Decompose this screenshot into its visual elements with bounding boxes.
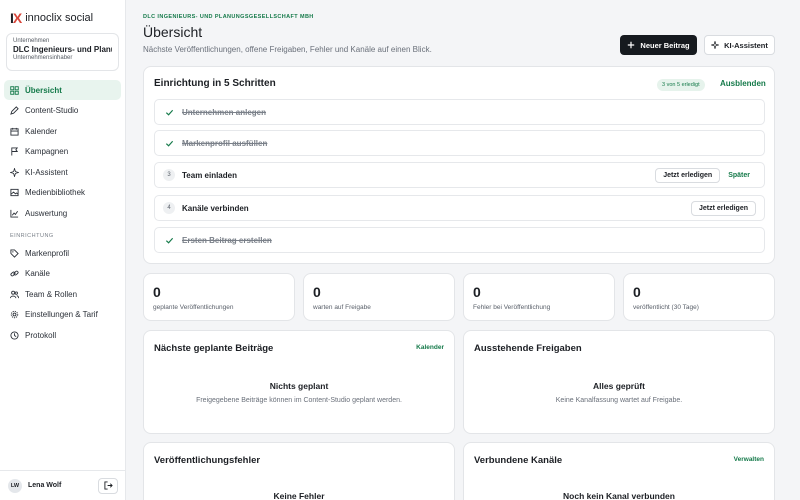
company-role: Unternehmensinhaber	[13, 55, 73, 61]
stat-value: 0	[153, 284, 161, 300]
stat-value: 0	[473, 284, 481, 300]
sidebar-item-settings[interactable]: Einstellungen & Tarif	[4, 305, 121, 325]
sidebar-item-log[interactable]: Protokoll	[4, 325, 121, 345]
check-icon	[163, 234, 175, 246]
sidebar-item-media-library[interactable]: Medienbibliothek	[4, 183, 121, 203]
company-label: Unternehmen	[13, 38, 50, 44]
publish-errors-panel: Veröffentlichungsfehler Keine Fehler	[143, 442, 455, 500]
setup-step-label: Kanäle verbinden	[182, 203, 249, 213]
logout-button[interactable]	[98, 477, 118, 494]
calendar-icon	[10, 127, 19, 136]
main-content: DLC INGENIEURS- UND PLANUNGSGESELLSCHAFT…	[126, 0, 800, 500]
logout-icon	[103, 481, 113, 490]
hide-setup-link[interactable]: Ausblenden	[720, 79, 766, 88]
plus-icon	[628, 41, 635, 49]
avatar[interactable]: LW	[8, 478, 22, 493]
brand-name: innoclix social	[25, 12, 94, 24]
sidebar-item-brand-profile[interactable]: Markenprofil	[4, 243, 121, 263]
stat-publish-errors: 0 Fehler bei Veröffentlichung	[463, 273, 615, 321]
stat-label: geplante Veröffentlichungen	[153, 304, 234, 311]
page-title: Übersicht	[143, 24, 203, 40]
company-eyebrow: DLC INGENIEURS- UND PLANUNGSGESELLSCHAFT…	[143, 14, 314, 20]
setup-step-1: Unternehmen anlegen	[154, 99, 765, 125]
nav-section-setup: EINRICHTUNG	[10, 233, 54, 239]
panel-title: Veröffentlichungsfehler	[154, 455, 261, 466]
media-icon	[10, 188, 19, 197]
sidebar-nav: Übersicht Content-Studio Kalender Kampag…	[4, 80, 121, 346]
history-icon	[10, 330, 19, 340]
chart-icon	[10, 209, 19, 218]
scheduled-posts-panel: Nächste geplante Beiträge Kalender Nicht…	[143, 330, 455, 434]
tag-icon	[10, 248, 19, 258]
check-icon	[163, 137, 175, 149]
manage-channels-link[interactable]: Verwalten	[734, 456, 764, 463]
sidebar-item-analytics[interactable]: Auswertung	[4, 203, 121, 223]
stat-label: Fehler bei Veröffentlichung	[473, 304, 551, 311]
panel-title: Ausstehende Freigaben	[474, 343, 582, 354]
setup-step-3: 3 Team einladen Jetzt erledigen Später	[154, 162, 765, 188]
sidebar-item-calendar[interactable]: Kalender	[4, 121, 121, 141]
connected-channels-panel: Verbundene Kanäle Verwalten Noch kein Ka…	[463, 442, 775, 500]
setup-step-2: Markenprofil ausfüllen	[154, 130, 765, 156]
users-icon	[10, 290, 19, 298]
user-name: Lena Wolf	[28, 482, 62, 489]
gear-icon	[10, 310, 19, 319]
sparkle-icon	[711, 41, 720, 49]
pen-icon	[10, 106, 19, 115]
setup-step-label: Ersten Beitrag erstellen	[182, 235, 272, 245]
sidebar-item-ai-assistant[interactable]: KI-Assistent	[4, 162, 121, 182]
empty-state-title: Nichts geplant	[269, 381, 329, 391]
sidebar-item-team[interactable]: Team & Rollen	[4, 284, 121, 304]
link-icon	[10, 270, 19, 277]
do-now-button[interactable]: Jetzt erledigen	[690, 200, 756, 216]
setup-title: Einrichtung in 5 Schritten	[154, 78, 276, 89]
empty-state-text: Freigegebene Beiträge können im Content-…	[196, 397, 402, 404]
setup-step-5: Ersten Beitrag erstellen	[154, 227, 765, 253]
setup-step-label: Unternehmen anlegen	[182, 107, 267, 117]
step-number: 4	[163, 202, 175, 214]
stat-value: 0	[633, 284, 641, 300]
user-row: LW Lena Wolf	[0, 470, 126, 500]
stat-value: 0	[313, 284, 321, 300]
panel-title: Nächste geplante Beiträge	[154, 343, 274, 354]
setup-step-label: Markenprofil ausfüllen	[182, 138, 268, 148]
stat-label: warten auf Freigabe	[313, 304, 371, 311]
flag-icon	[11, 147, 19, 156]
sidebar: IX innoclix social Unternehmen DLC Ingen…	[0, 0, 126, 500]
ai-assistant-button[interactable]: KI-Assistent	[704, 35, 775, 55]
dashboard-icon	[10, 85, 19, 95]
setup-card: Einrichtung in 5 Schritten 3 von 5 erled…	[143, 66, 775, 264]
stat-awaiting-approval: 0 warten auf Freigabe	[303, 273, 455, 321]
stat-scheduled: 0 geplante Veröffentlichungen	[143, 273, 295, 321]
pending-approvals-panel: Ausstehende Freigaben Alles geprüft Kein…	[463, 330, 775, 434]
company-switcher[interactable]: Unternehmen DLC Ingenieurs- und Planu Un…	[6, 33, 119, 71]
sidebar-item-campaigns[interactable]: Kampagnen	[4, 142, 121, 162]
logo-mark: IX	[10, 10, 22, 26]
panel-title: Verbundene Kanäle	[474, 455, 563, 466]
empty-state-title: Alles geprüft	[593, 381, 645, 391]
setup-step-label: Team einladen	[182, 170, 237, 180]
step-number: 3	[163, 169, 175, 181]
sidebar-item-content-studio[interactable]: Content-Studio	[4, 101, 121, 121]
sparkle-icon	[10, 167, 19, 177]
sidebar-item-overview[interactable]: Übersicht	[4, 80, 121, 100]
stat-label: veröffentlicht (30 Tage)	[633, 304, 699, 311]
setup-step-4: 4 Kanäle verbinden Jetzt erledigen	[154, 195, 765, 221]
setup-progress-badge: 3 von 5 erledigt	[657, 79, 705, 91]
calendar-link[interactable]: Kalender	[416, 344, 444, 351]
check-icon	[163, 106, 175, 118]
stat-published-30-days: 0 veröffentlicht (30 Tage)	[623, 273, 775, 321]
empty-state-title: Noch kein Kanal verbunden	[563, 491, 675, 500]
do-now-button[interactable]: Jetzt erledigen	[655, 167, 721, 183]
new-post-button[interactable]: Neuer Beitrag	[620, 35, 697, 55]
later-link[interactable]: Später	[728, 172, 750, 179]
company-name: DLC Ingenieurs- und Planu	[13, 45, 112, 54]
page-subtitle: Nächste Veröffentlichungen, offene Freig…	[143, 45, 432, 54]
brand-logo[interactable]: IX innoclix social	[10, 10, 93, 26]
empty-state-title: Keine Fehler	[273, 491, 325, 500]
sidebar-item-channels[interactable]: Kanäle	[4, 264, 121, 284]
empty-state-text: Keine Kanalfassung wartet auf Freigabe.	[555, 397, 683, 404]
